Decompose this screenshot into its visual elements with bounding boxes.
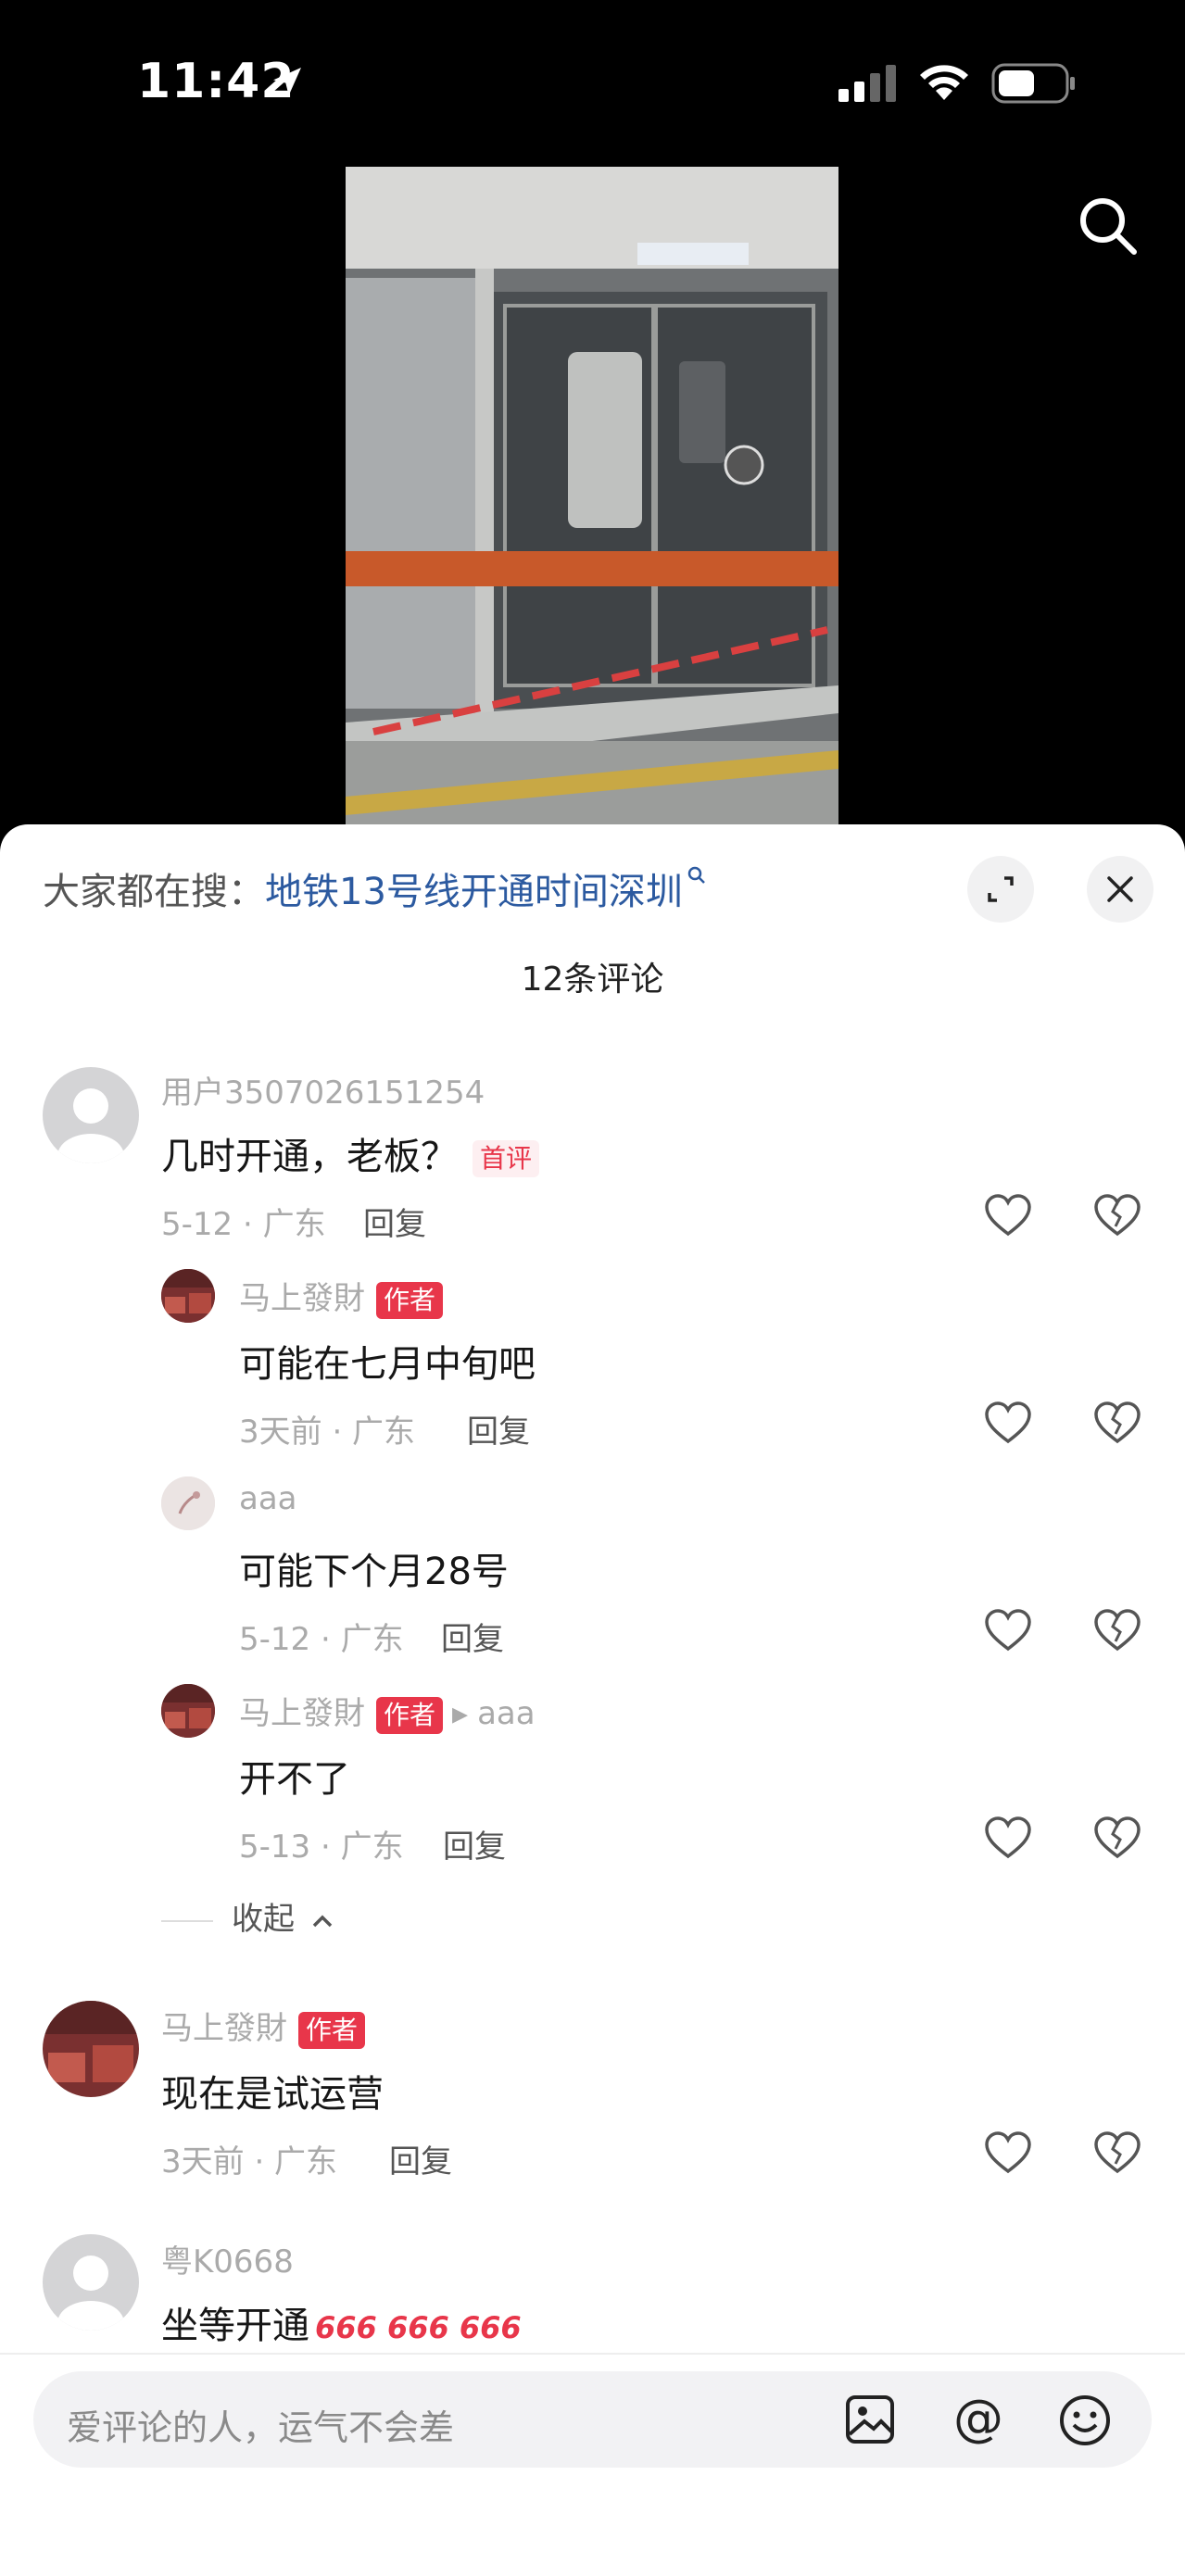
author-badge: 作者 bbox=[376, 1696, 444, 1734]
default-avatar-icon bbox=[57, 2256, 124, 2331]
video-player[interactable] bbox=[346, 167, 838, 824]
avatar[interactable] bbox=[161, 1269, 215, 1323]
reply-button[interactable]: 回复 bbox=[389, 2136, 452, 2181]
image-icon[interactable] bbox=[844, 2394, 896, 2445]
comment-username-text[interactable]: 马上發財 bbox=[161, 2010, 287, 2047]
reply-username: 马上發財 作者 ▸ aaa bbox=[239, 1688, 536, 1734]
avatar[interactable] bbox=[161, 1476, 215, 1530]
author-avatar-image bbox=[161, 1269, 215, 1323]
battery-icon bbox=[991, 63, 1075, 104]
reply-username-text[interactable]: 马上發財 bbox=[239, 1280, 365, 1317]
emoji-666-icon: 666 666 666 bbox=[315, 2310, 522, 2345]
close-button[interactable] bbox=[1087, 856, 1153, 923]
reply-username: 马上發財 作者 bbox=[239, 1273, 444, 1319]
comment-text-content: 坐等开通 bbox=[161, 2305, 309, 2347]
like-heart-icon[interactable] bbox=[984, 2130, 1032, 2175]
reply-button[interactable]: 回复 bbox=[441, 1614, 504, 1659]
reply-meta: 5-13 · 广东 bbox=[239, 1828, 404, 1866]
mention-at-icon[interactable]: @ bbox=[951, 2392, 1006, 2447]
reply-text: 可能在七月中旬吧 bbox=[239, 1343, 536, 1386]
collapse-label: 收起 bbox=[232, 1901, 295, 1938]
reply-username-text[interactable]: 马上發財 bbox=[239, 1695, 365, 1732]
comment-text: 几时开通，老板？ 首评 bbox=[161, 1126, 540, 1180]
avatar[interactable] bbox=[43, 2001, 139, 2097]
reply-username[interactable]: aaa bbox=[239, 1480, 297, 1517]
avatar[interactable] bbox=[43, 2234, 139, 2331]
user-avatar-image bbox=[161, 1476, 215, 1530]
like-heart-icon[interactable] bbox=[984, 1193, 1032, 1238]
reply-text: 可能下个月28号 bbox=[239, 1551, 509, 1593]
avatar[interactable] bbox=[161, 1684, 215, 1738]
collapse-replies-button[interactable]: 收起 bbox=[161, 1893, 334, 1939]
expand-icon bbox=[988, 876, 1014, 902]
comment-username: 马上發財 作者 bbox=[161, 2003, 366, 2049]
dislike-broken-heart-icon[interactable] bbox=[1093, 1193, 1141, 1238]
location-arrow-icon bbox=[273, 68, 301, 95]
avatar[interactable] bbox=[43, 1067, 139, 1163]
like-heart-icon[interactable] bbox=[984, 1816, 1032, 1860]
search-icon[interactable] bbox=[1075, 193, 1141, 259]
small-search-icon bbox=[687, 866, 705, 884]
status-bar: 11:42 bbox=[0, 0, 1185, 167]
emoji-icon[interactable] bbox=[1058, 2394, 1112, 2447]
dislike-broken-heart-icon[interactable] bbox=[1093, 1816, 1141, 1860]
hot-search-query[interactable]: 地铁13号线开通时间深圳 bbox=[265, 871, 683, 913]
author-badge: 作者 bbox=[298, 2011, 366, 2049]
reply-button[interactable]: 回复 bbox=[467, 1406, 530, 1451]
svg-text:@: @ bbox=[953, 2392, 1003, 2447]
expand-button[interactable] bbox=[967, 856, 1034, 923]
video-frame-image bbox=[346, 167, 838, 824]
comment-text: 坐等开通 666 666 666 bbox=[161, 2295, 522, 2349]
dislike-broken-heart-icon[interactable] bbox=[1093, 1401, 1141, 1445]
comments-sheet: 大家都在搜：地铁13号线开通时间深圳 12条评论 用户3507026151254… bbox=[0, 824, 1185, 2576]
reply-to-arrow-icon: ▸ bbox=[452, 1695, 469, 1732]
wifi-icon bbox=[920, 65, 968, 100]
hot-search-bar[interactable]: 大家都在搜：地铁13号线开通时间深圳 bbox=[43, 861, 707, 915]
collapse-divider bbox=[161, 1919, 213, 1922]
comment-input[interactable]: 爱评论的人，运气不会差 @ bbox=[33, 2371, 1152, 2468]
comment-text: 现在是试运营 bbox=[161, 2073, 384, 2116]
author-avatar-image bbox=[161, 1684, 215, 1738]
comment-meta: 3天前 · 广东 bbox=[161, 2143, 338, 2180]
signal-icon bbox=[838, 65, 896, 102]
comment-username[interactable]: 用户3507026151254 bbox=[161, 1067, 485, 1112]
dislike-broken-heart-icon[interactable] bbox=[1093, 2130, 1141, 2175]
reply-text: 开不了 bbox=[239, 1758, 350, 1801]
comment-meta: 5-12 · 广东 bbox=[161, 1206, 326, 1243]
default-avatar-icon bbox=[57, 1088, 124, 1163]
input-divider bbox=[0, 2353, 1185, 2355]
comment-username[interactable]: 粤K0668 bbox=[161, 2236, 294, 2281]
hot-search-prefix: 大家都在搜： bbox=[43, 871, 265, 913]
comment-count: 12条评论 bbox=[521, 961, 664, 999]
dislike-broken-heart-icon[interactable] bbox=[1093, 1608, 1141, 1652]
reply-meta: 5-12 · 广东 bbox=[239, 1621, 404, 1658]
close-icon bbox=[1107, 876, 1133, 902]
chevron-up-icon bbox=[312, 1915, 333, 1927]
comment-text-content: 几时开通，老板？ bbox=[161, 1136, 458, 1178]
reply-button[interactable]: 回复 bbox=[443, 1821, 506, 1866]
reply-meta: 3天前 · 广东 bbox=[239, 1414, 416, 1451]
first-comment-badge: 首评 bbox=[473, 1140, 540, 1177]
author-avatar-image bbox=[43, 2001, 139, 2097]
like-heart-icon[interactable] bbox=[984, 1401, 1032, 1445]
reply-to-username[interactable]: aaa bbox=[477, 1695, 536, 1732]
comment-input-placeholder: 爱评论的人，运气不会差 bbox=[67, 2407, 455, 2448]
reply-button[interactable]: 回复 bbox=[363, 1199, 426, 1244]
author-badge: 作者 bbox=[376, 1281, 444, 1319]
like-heart-icon[interactable] bbox=[984, 1608, 1032, 1652]
